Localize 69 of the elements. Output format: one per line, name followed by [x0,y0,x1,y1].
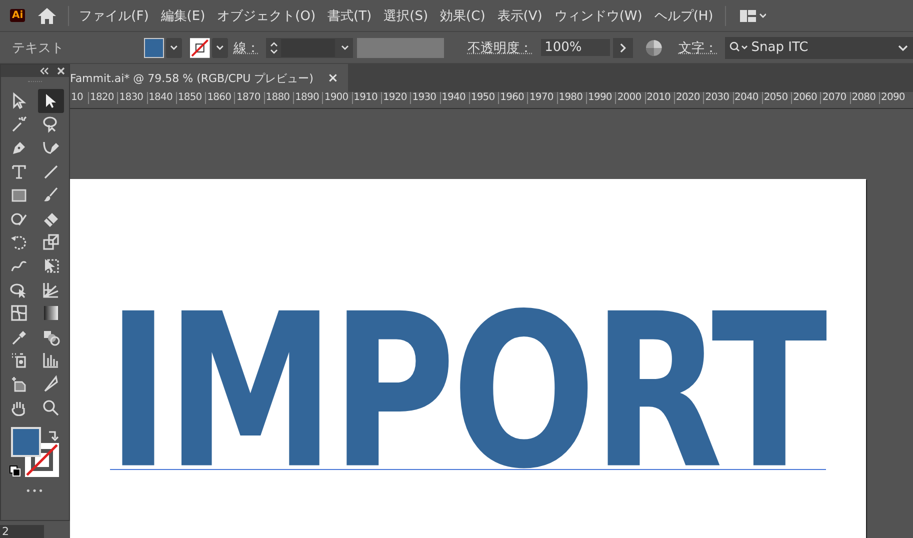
collapse-icon[interactable] [39,67,49,75]
ruler-label: 2090 [879,92,908,104]
swap-arrow-icon[interactable] [47,429,59,442]
fill-swatch[interactable] [144,38,164,58]
stepper-arrows-icon[interactable] [268,40,279,56]
menu-item[interactable]: 編集(E) [160,6,206,24]
ruler-label: 1930 [410,92,440,104]
ruler-label: 1990 [586,92,616,104]
chevron-down-icon[interactable] [212,38,228,58]
ruler-label: 2040 [732,92,762,104]
chevron-right-icon[interactable] [612,38,632,58]
ruler-label: 2020 [674,92,704,104]
menu-item[interactable]: ヘルプ(H) [654,6,714,24]
ruler-label: 1940 [440,92,469,104]
ruler-label: 1900 [322,92,352,104]
ruler-label: 1820 [88,92,118,104]
app-logo[interactable]: Ai [10,9,26,22]
fill-color-swatch[interactable] [11,427,41,458]
opacity-field[interactable]: 100% [540,39,610,56]
ruler-label: 2030 [703,92,733,104]
menu-item[interactable]: 効果(C) [440,6,486,24]
ruler-label: 1980 [556,92,586,104]
ruler-label: 1830 [117,92,147,104]
workspace-layout-icon[interactable] [740,10,766,22]
ruler-label: 2050 [762,92,792,104]
ruler-label: 1870 [234,92,264,104]
ruler-label: 2080 [850,92,880,104]
ruler-label: 10 [70,92,84,104]
close-icon[interactable] [57,67,65,75]
character-label: 文字： [678,40,718,56]
home-icon[interactable] [38,8,56,24]
document-tab[interactable]: Fammit.ai* @ 79.58 % (RGB/CPU プレビュー) × [70,64,348,92]
menu-item[interactable]: 選択(S) [384,6,428,24]
magnifier-icon [41,398,61,418]
ruler-label: 1840 [146,92,176,104]
ruler-label: 2070 [820,92,850,104]
menu-item[interactable]: 表示(V) [497,6,542,24]
menu-item[interactable]: ファイル(F) [79,6,149,24]
menu-item[interactable]: 書式(T) [328,6,372,24]
ruler-label: 2010 [644,92,674,104]
ruler-label: 1880 [264,92,294,104]
menu-item[interactable]: オブジェクト(O) [217,6,316,24]
mesh-icon [9,303,29,324]
default-colors-icon[interactable] [9,465,21,478]
selection-type-label: テキスト [12,40,65,56]
stroke-weight-field[interactable] [266,38,353,58]
recolor-wheel-icon[interactable] [644,38,662,56]
ruler-label: 1850 [176,92,206,104]
scale-icon [41,232,61,252]
stroke-none-swatch[interactable] [190,38,210,58]
ruler-label: 1920 [380,92,410,104]
ruler-label: 1960 [498,92,528,104]
ruler-label: 2060 [791,92,820,104]
tool-button[interactable] [38,89,64,113]
ruler-label: 2000 [615,92,645,104]
ruler-label: 1950 [468,92,498,104]
more-tools-button[interactable]: ••• [26,487,44,498]
menu-item[interactable]: ウィンドウ(W) [554,6,642,24]
font-family-field[interactable]: Snap ITC [725,36,913,58]
bar-graph-icon [41,350,61,370]
artboard-number[interactable]: 2 [0,525,44,538]
ruler-label: 1910 [352,92,381,104]
ruler-label: 1860 [205,92,234,104]
close-tab-button[interactable]: × [327,70,338,86]
chevron-down-icon[interactable] [166,38,182,58]
stroke-label: 線： [234,40,260,56]
opacity-label: 不透明度： [468,40,533,56]
ruler-label: 1890 [293,92,322,104]
ruler-label: 1970 [527,92,557,104]
